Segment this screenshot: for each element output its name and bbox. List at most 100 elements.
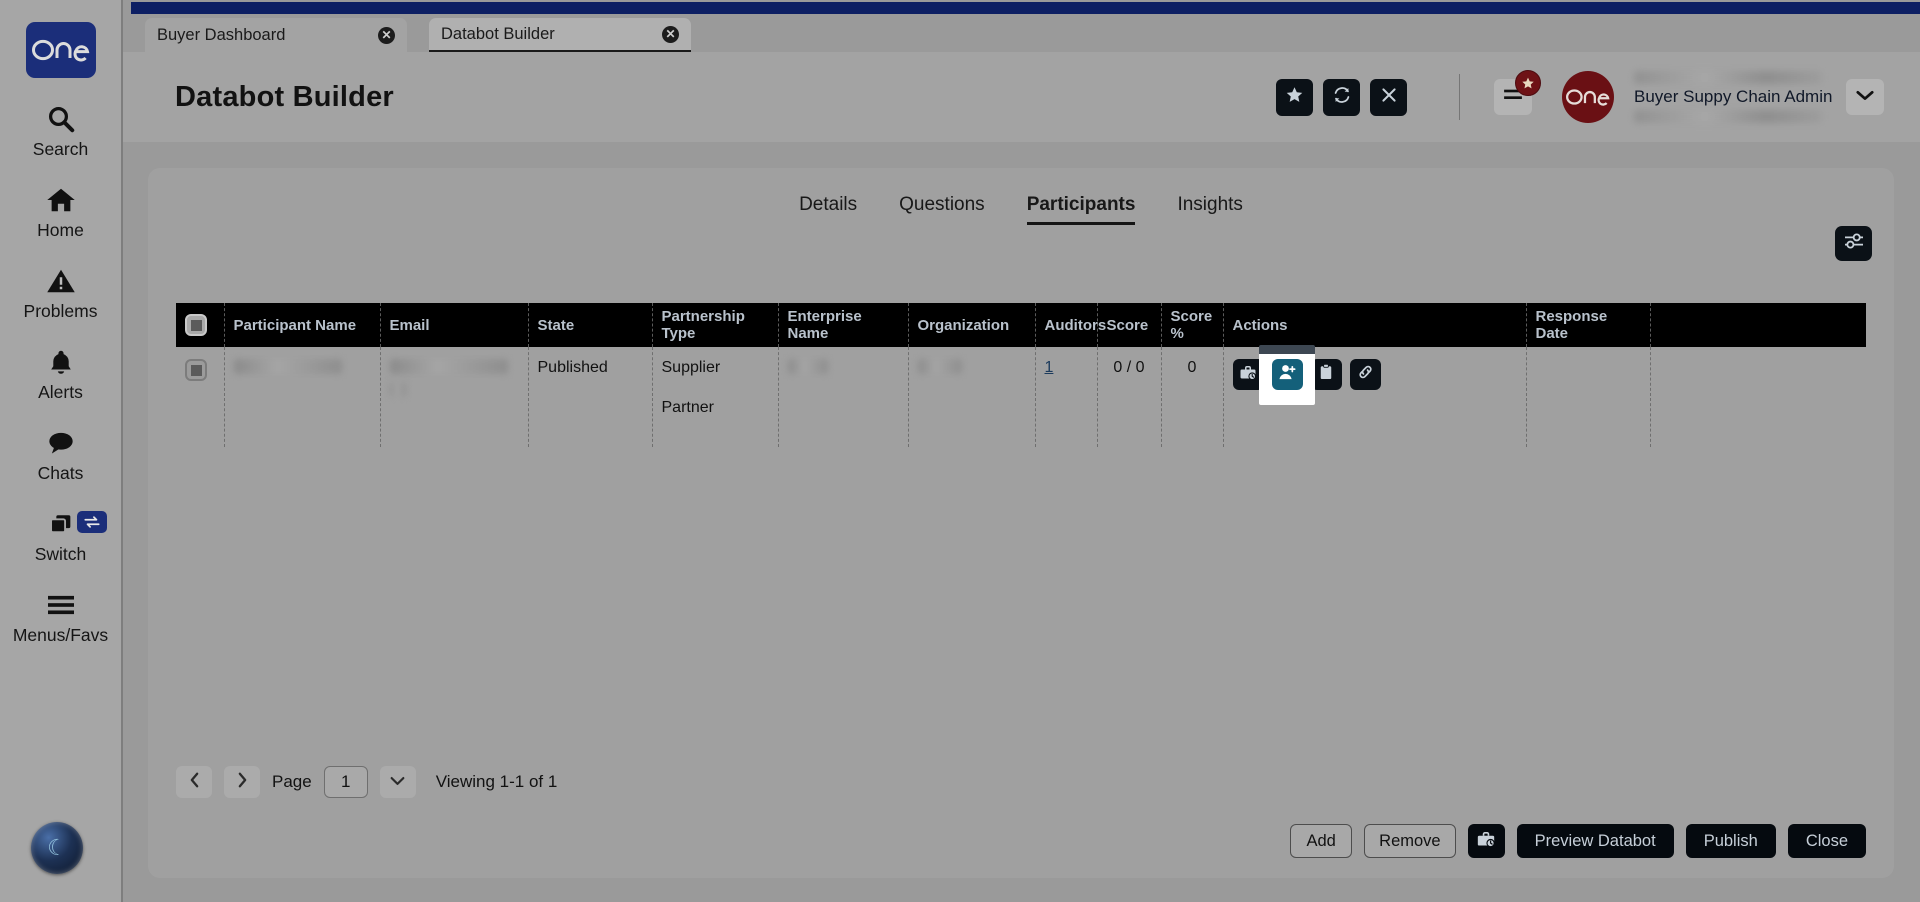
close-button[interactable]: Close <box>1787 824 1866 858</box>
tab-details[interactable]: Details <box>799 194 857 225</box>
cell-state: Published <box>528 347 653 447</box>
brand-logo[interactable] <box>25 22 96 78</box>
briefcase-clock-icon <box>1476 830 1496 853</box>
chevron-right-icon <box>237 772 248 793</box>
checkbox-mark <box>190 319 202 331</box>
participants-table-wrapper: Participant Name Email State Partnership… <box>176 303 1866 447</box>
favorite-button[interactable] <box>1276 78 1313 116</box>
select-all-checkbox[interactable] <box>185 314 207 336</box>
sidebar-item-switch[interactable]: Switch <box>0 505 121 564</box>
section-tabs: Details Questions Participants Insights <box>148 168 1894 225</box>
tab-participants[interactable]: Participants <box>1026 194 1136 225</box>
publish-button[interactable]: Publish <box>1685 824 1776 858</box>
row-action-buttons <box>1232 345 1517 405</box>
refresh-button[interactable] <box>1323 78 1360 116</box>
user-org-redacted <box>1634 110 1822 123</box>
one-wordmark-icon <box>1566 89 1610 106</box>
page-header: Databot Builder Buyer Suppy Chain Admin <box>123 52 1920 142</box>
cell-partnership-type: Supplier Partner <box>652 347 779 447</box>
link-button[interactable] <box>1349 359 1381 390</box>
chat-bubble-icon <box>45 424 77 462</box>
partnership-type-line-1: Supplier <box>661 359 721 376</box>
redacted-value <box>787 359 828 374</box>
preview-databot-button[interactable]: Preview Databot <box>1516 824 1674 858</box>
next-page-button[interactable] <box>224 766 260 798</box>
cell-spacer <box>1650 347 1866 447</box>
cell-select <box>176 347 225 447</box>
redacted-value <box>917 359 962 374</box>
sidebar-item-home[interactable]: Home <box>0 181 121 240</box>
remove-button[interactable]: Remove <box>1364 824 1456 858</box>
column-header-score-pct[interactable]: Score % <box>1161 303 1224 347</box>
user-info: Buyer Suppy Chain Admin <box>1634 71 1833 123</box>
star-icon <box>1522 77 1534 89</box>
avatar[interactable]: ☾ <box>31 822 83 874</box>
cell-participant-name <box>224 347 381 447</box>
menu-favorites-button[interactable] <box>1494 70 1541 115</box>
copy-button[interactable] <box>1310 359 1342 390</box>
cell-email <box>380 347 529 447</box>
add-participant-tooltip-wrap <box>1258 345 1315 405</box>
tab-label: Insights <box>1177 194 1243 215</box>
redacted-value <box>233 359 342 374</box>
auditors-link[interactable]: 1 <box>1045 359 1054 376</box>
column-header-email[interactable]: Email <box>380 303 529 347</box>
browser-tab-buyer-dashboard[interactable]: Buyer Dashboard ✕ <box>145 18 407 52</box>
app-screen: Search Home Problems Alerts Chats Switch… <box>0 0 1920 902</box>
add-button[interactable]: Add <box>1290 824 1353 858</box>
chevron-down-icon <box>390 773 405 791</box>
column-header-organization[interactable]: Organization <box>908 303 1036 347</box>
search-icon <box>46 100 76 138</box>
tab-insights[interactable]: Insights <box>1177 194 1242 225</box>
close-icon[interactable]: ✕ <box>662 25 679 43</box>
refresh-icon <box>1332 85 1352 110</box>
page-title: Databot Builder <box>175 80 394 113</box>
previous-page-button[interactable] <box>176 766 212 798</box>
user-role: Buyer Suppy Chain Admin <box>1634 87 1833 106</box>
browser-tab-label: Databot Builder <box>441 24 555 43</box>
user-name-redacted <box>1634 71 1822 84</box>
tab-questions[interactable]: Questions <box>899 194 985 225</box>
pagination: Page Viewing 1-1 of 1 <box>176 766 557 798</box>
sidebar-item-alerts[interactable]: Alerts <box>0 343 121 402</box>
column-header-state[interactable]: State <box>528 303 653 347</box>
grid-settings-button[interactable] <box>1835 226 1872 261</box>
column-header-score[interactable]: Score <box>1097 303 1162 347</box>
top-accent-bar <box>131 2 1920 14</box>
tab-label: Questions <box>899 194 985 215</box>
column-header-participant-name[interactable]: Participant Name <box>224 303 381 347</box>
redacted-value <box>389 359 508 374</box>
cell-organization <box>908 347 1036 447</box>
sidebar-item-chats[interactable]: Chats <box>0 424 121 483</box>
column-header-partnership-type[interactable]: Partnership Type <box>652 303 779 347</box>
sidebar-item-problems[interactable]: Problems <box>0 262 121 321</box>
grid-toolbar <box>1835 226 1872 261</box>
column-header-enterprise-name[interactable]: Enterprise Name <box>778 303 909 347</box>
sidebar-item-label: Search <box>32 139 89 159</box>
page-input[interactable] <box>323 766 368 798</box>
user-menu-button[interactable] <box>1846 79 1884 115</box>
close-button[interactable] <box>1370 78 1407 116</box>
table-header-row: Participant Name Email State Partnership… <box>176 303 1866 347</box>
sidebar-item-search[interactable]: Search <box>0 100 121 159</box>
row-checkbox[interactable] <box>185 359 207 381</box>
cell-score: 0 / 0 <box>1097 347 1162 447</box>
schedule-button[interactable] <box>1467 824 1505 858</box>
org-logo <box>1562 71 1614 123</box>
page-size-dropdown[interactable] <box>379 766 416 798</box>
sidebar-item-label: Alerts <box>38 382 83 402</box>
swap-arrows-icon[interactable] <box>77 511 107 533</box>
column-header-select <box>176 303 225 347</box>
column-header-auditors[interactable]: Auditors <box>1035 303 1106 347</box>
sidebar-item-menus-favs[interactable]: Menus/Favs <box>0 586 121 645</box>
add-participant-button[interactable] <box>1271 359 1303 390</box>
tab-label: Details <box>799 194 858 215</box>
windows-switch-icon <box>45 505 77 543</box>
left-sidebar: Search Home Problems Alerts Chats Switch… <box>0 0 123 902</box>
column-header-response-date[interactable]: Response Date <box>1526 303 1651 347</box>
close-icon[interactable]: ✕ <box>378 26 395 44</box>
table-row[interactable]: Published Supplier Partner 1 0 / 0 0 <box>176 345 1866 447</box>
browser-tab-databot-builder[interactable]: Databot Builder ✕ <box>429 18 691 52</box>
sidebar-item-label: Switch <box>34 544 87 564</box>
one-wordmark-icon <box>31 39 89 62</box>
